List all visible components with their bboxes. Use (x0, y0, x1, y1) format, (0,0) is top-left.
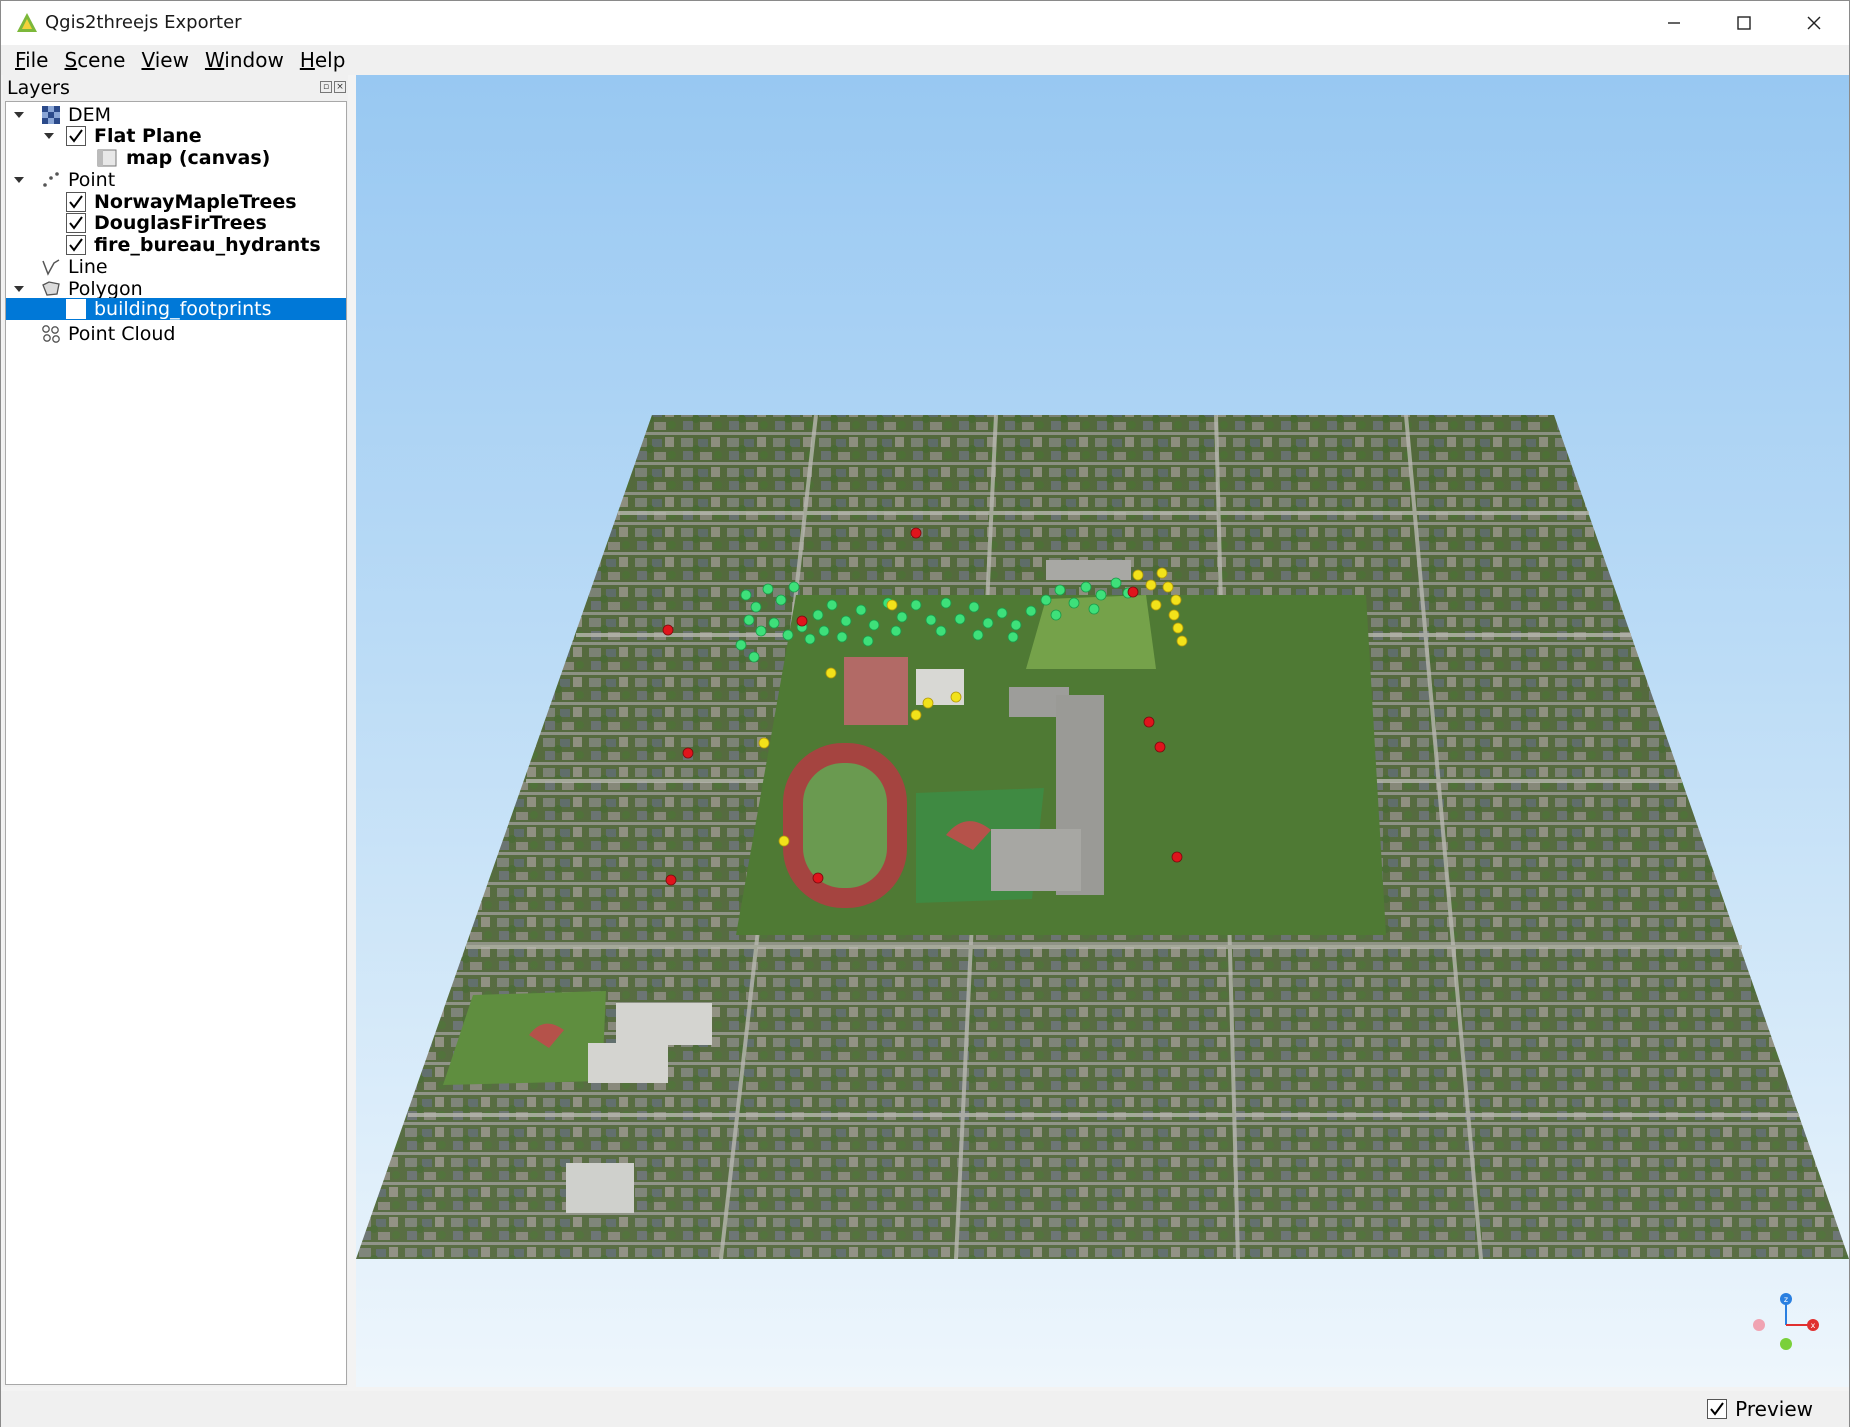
maximize-icon (1737, 16, 1751, 30)
preview-checkbox[interactable] (1707, 1399, 1728, 1419)
3d-viewport[interactable]: z x (356, 75, 1849, 1387)
axis-gizmo[interactable]: z x (1741, 1287, 1831, 1357)
tree-item-label: Point Cloud (68, 322, 176, 345)
exporter-window: Qgis2threejs Exporter File Scene View Wi… (0, 0, 1850, 1427)
menu-file[interactable]: File (7, 48, 56, 72)
layer-tree: DEM Flat Plane map (canvas) Point Norway… (5, 101, 347, 1385)
expand-arrow-icon[interactable] (12, 282, 26, 296)
expand-arrow-icon[interactable] (12, 108, 26, 122)
point-icon (40, 169, 62, 191)
layer-checkbox[interactable] (66, 212, 86, 233)
title-bar: Qgis2threejs Exporter (1, 1, 1849, 45)
map-canvas-icon (96, 147, 118, 169)
tree-item-label: DouglasFirTrees (94, 211, 267, 234)
scene-canvas[interactable] (356, 75, 1849, 1387)
menu-window[interactable]: Window (197, 48, 292, 72)
checkmark-icon (69, 128, 83, 143)
layer-checkbox[interactable] (66, 191, 86, 212)
tree-item-label: fire_bureau_hydrants (94, 233, 321, 256)
minimize-icon (1668, 22, 1680, 24)
tree-item-label: Flat Plane (94, 124, 202, 147)
tree-item-building-footprints[interactable]: building_footprints (6, 298, 346, 320)
qgis2threejs-logo-icon (17, 13, 37, 32)
polygon-icon (40, 278, 62, 300)
checkmark-icon (69, 237, 83, 252)
school-building (1046, 560, 1131, 580)
close-button[interactable] (1779, 1, 1849, 45)
preview-label: Preview (1735, 1397, 1813, 1421)
layer-checkbox[interactable] (66, 125, 86, 146)
layer-checkbox[interactable] (66, 299, 86, 319)
expand-arrow-icon[interactable] (42, 129, 56, 143)
maximize-button[interactable] (1709, 1, 1779, 45)
menu-help[interactable]: Help (292, 48, 354, 72)
svg-text:z: z (1784, 1295, 1788, 1304)
menu-view[interactable]: View (133, 48, 196, 72)
expand-arrow-icon[interactable] (12, 173, 26, 187)
layer-checkbox[interactable] (66, 234, 86, 255)
checkmark-icon (1710, 1402, 1724, 1416)
status-bar: Preview (1, 1391, 1849, 1427)
preview-toggle[interactable]: Preview (1707, 1397, 1813, 1421)
tree-item-label: Polygon (68, 277, 143, 300)
tree-item-label: Point (68, 168, 116, 191)
dock-float-button[interactable]: ▫ (320, 81, 332, 93)
tennis-courts (844, 657, 908, 725)
dock-close-button[interactable]: × (334, 81, 346, 93)
minimize-button[interactable] (1639, 1, 1709, 45)
tree-item-label: Line (68, 255, 108, 278)
svg-text:x: x (1811, 1321, 1816, 1330)
tree-item-point-cloud[interactable]: Point Cloud (6, 321, 346, 346)
line-icon (40, 256, 62, 278)
point-cloud-icon (40, 323, 62, 345)
tree-item-label: map (canvas) (126, 146, 271, 169)
checkmark-icon (69, 215, 83, 230)
window-title: Qgis2threejs Exporter (45, 12, 242, 33)
checkmark-icon (69, 194, 83, 209)
school-building (991, 829, 1081, 891)
tree-item-label: building_footprints (94, 298, 272, 320)
y-axis-handle (1780, 1338, 1792, 1350)
layers-panel-title: Layers (7, 77, 70, 99)
close-icon (1807, 16, 1821, 30)
negative-x-handle (1753, 1319, 1765, 1331)
layers-dock: Layers ▫ × DEM Flat Plane map (canvas) P… (3, 75, 348, 1387)
menu-bar: File Scene View Window Help (1, 45, 1849, 75)
menu-scene[interactable]: Scene (56, 48, 133, 72)
